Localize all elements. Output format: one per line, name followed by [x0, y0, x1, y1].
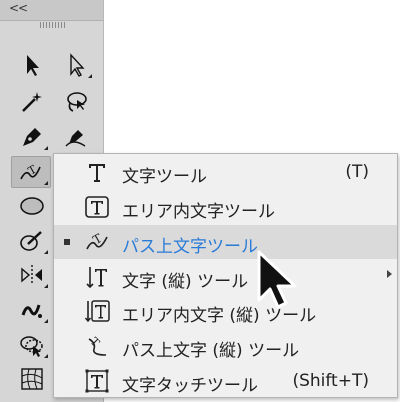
- pen-icon: [23, 128, 41, 146]
- selected-bullet-icon: [64, 239, 70, 245]
- menu-item-type-tool[interactable]: 文字ツール (T): [54, 155, 397, 189]
- tools-panel-header: <<: [0, 0, 103, 21]
- menu-item-label: パス上文字 (縦) ツール: [122, 341, 300, 361]
- mesh-icon: [21, 368, 43, 390]
- collapse-panel-button[interactable]: <<: [9, 1, 28, 15]
- mesh-tool[interactable]: [14, 364, 50, 394]
- menu-item-shortcut: (T): [345, 162, 369, 182]
- menu-item-touch-type-tool[interactable]: 文字タッチツール (Shift+T): [54, 364, 397, 398]
- magic-wand-icon: [22, 92, 42, 112]
- lasso-icon: [67, 92, 87, 112]
- magic-wand-tool[interactable]: [14, 87, 50, 117]
- panel-grip[interactable]: [40, 22, 66, 28]
- menu-item-area-type-tool[interactable]: エリア内文字ツール: [54, 190, 397, 224]
- direct-selection-tool[interactable]: [58, 50, 94, 80]
- menu-item-type-on-path-tool[interactable]: T パス上文字ツール: [54, 225, 397, 259]
- menu-item-vertical-type-tool[interactable]: 文字 (縦) ツール: [54, 260, 397, 294]
- ellipse-icon: [20, 197, 44, 215]
- svg-text:T: T: [26, 162, 39, 177]
- shape-builder-icon: [20, 336, 43, 357]
- menu-item-vertical-area-type-tool[interactable]: エリア内文字 (縦) ツール: [54, 294, 397, 328]
- reflect-icon: [21, 265, 42, 285]
- warp-icon: [21, 304, 42, 318]
- selection-arrow-icon: [27, 55, 39, 76]
- shape-builder-tool[interactable]: [14, 330, 50, 360]
- menu-item-shortcut: (Shift+T): [292, 371, 369, 391]
- mouse-pointer-icon: [257, 250, 297, 309]
- vertical-type-icon: [83, 264, 111, 290]
- shaper-icon: [20, 231, 42, 251]
- ellipse-tool[interactable]: [14, 191, 50, 221]
- menu-item-label: パス上文字ツール: [122, 237, 258, 257]
- type-on-path-icon: T: [83, 229, 111, 255]
- type-tools-flyout-menu: 文字ツール (T) エリア内文字ツール T パス上文字ツール 文字 (縦) ツー…: [53, 153, 398, 398]
- area-type-icon: [83, 194, 111, 220]
- vertical-type-on-path-icon: T: [83, 333, 111, 359]
- warp-tool[interactable]: [14, 295, 50, 325]
- type-on-path-icon: T: [20, 162, 41, 180]
- menu-item-label: エリア内文字ツール: [122, 202, 275, 222]
- curvature-tool[interactable]: [58, 122, 94, 152]
- menu-item-vertical-type-on-path-tool[interactable]: T パス上文字 (縦) ツール: [54, 329, 397, 363]
- touch-type-icon: [83, 368, 111, 394]
- pen-tool[interactable]: [14, 122, 50, 152]
- menu-item-label: 文字ツール: [122, 167, 207, 187]
- curvature-icon: [65, 130, 86, 147]
- menu-item-label: 文字 (縦) ツール: [122, 272, 249, 292]
- selection-tool[interactable]: [14, 50, 50, 80]
- reflect-tool[interactable]: [14, 260, 50, 290]
- vertical-area-type-icon: [83, 298, 111, 324]
- lasso-tool[interactable]: [58, 87, 94, 117]
- type-on-path-tool[interactable]: T: [11, 156, 51, 188]
- shaper-tool[interactable]: [14, 226, 50, 256]
- menu-item-label: 文字タッチツール: [122, 376, 258, 396]
- chevron-right-icon: [387, 270, 392, 278]
- direct-selection-icon: [70, 53, 85, 77]
- type-icon: [83, 159, 111, 185]
